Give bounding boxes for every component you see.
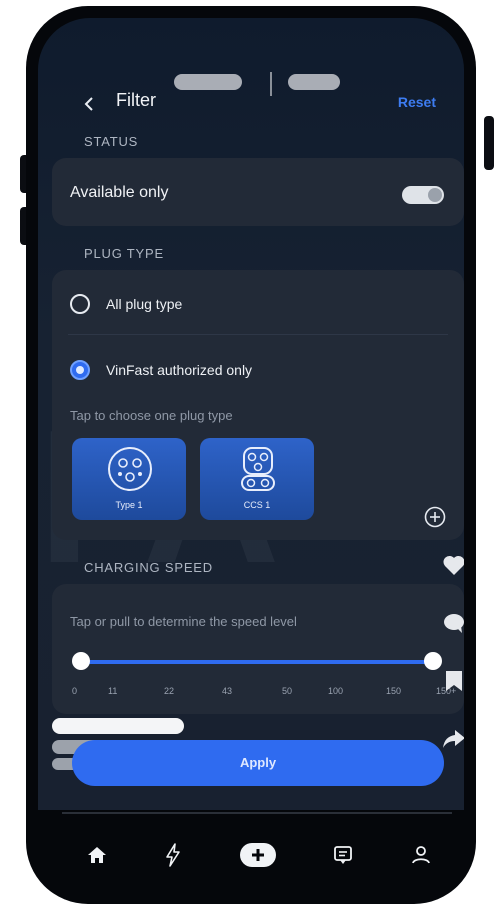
- back-button[interactable]: [82, 96, 96, 111]
- caption-bar: [52, 718, 184, 734]
- plus-circle-icon[interactable]: [424, 506, 446, 528]
- charging-speed-section-label: CHARGING SPEED: [84, 560, 213, 575]
- vinfast-authorized-label: VinFast authorized only: [106, 362, 253, 378]
- message-icon[interactable]: [328, 840, 358, 870]
- tick-label: 0: [72, 686, 78, 696]
- plug-tile-ccs1[interactable]: CCS 1: [200, 438, 314, 520]
- available-only-toggle[interactable]: [402, 186, 444, 204]
- toggle-knob: [428, 188, 442, 202]
- all-plug-type-radio[interactable]: [70, 294, 90, 314]
- tick-label: 150: [386, 686, 402, 696]
- share-icon[interactable]: [442, 728, 464, 750]
- plug-type-card: All plug type VinFast authorized only Ta…: [52, 270, 464, 540]
- divider: [62, 812, 452, 814]
- home-icon[interactable]: [82, 840, 112, 870]
- apply-button[interactable]: Apply: [72, 740, 444, 786]
- heart-icon[interactable]: [442, 554, 464, 576]
- vinfast-authorized-radio[interactable]: [70, 360, 90, 380]
- type1-connector-icon: [108, 447, 152, 491]
- tick-label: 22: [164, 686, 175, 696]
- tick-label: 100: [328, 686, 344, 696]
- tick-label: 43: [222, 686, 233, 696]
- camera-pill-right: [288, 74, 340, 90]
- reset-button[interactable]: Reset: [398, 94, 436, 110]
- bookmark-icon[interactable]: [442, 670, 464, 692]
- status-section-label: STATUS: [84, 134, 139, 149]
- divider: [68, 334, 448, 335]
- plug-type-section-label: PLUG TYPE: [84, 246, 164, 261]
- plus-icon[interactable]: [238, 840, 278, 870]
- page-title: Filter: [116, 90, 156, 110]
- plug-name-type1: Type 1: [115, 500, 143, 510]
- profile-icon[interactable]: [406, 840, 436, 870]
- tick-label: 50: [282, 686, 293, 696]
- comment-icon[interactable]: [442, 612, 464, 634]
- app-screen: PA Filter Reset STATUS Available only PL…: [38, 18, 464, 810]
- camera-pill-left: [174, 74, 242, 90]
- tick-label: 11: [108, 686, 118, 696]
- power-button: [484, 116, 494, 170]
- charging-speed-hint: Tap or pull to determine the speed level: [70, 614, 297, 629]
- plug-tile-type1[interactable]: Type 1: [72, 438, 186, 520]
- ccs1-connector-icon: [241, 447, 275, 491]
- island-divider: [270, 72, 272, 96]
- status-card: Available only: [52, 158, 464, 226]
- all-plug-type-label: All plug type: [106, 296, 183, 312]
- speed-slider-min-handle[interactable]: [72, 652, 90, 670]
- plug-type-hint: Tap to choose one plug type: [70, 408, 233, 423]
- charging-speed-card: Tap or pull to determine the speed level…: [52, 584, 464, 714]
- phone-frame: PA Filter Reset STATUS Available only PL…: [26, 6, 476, 904]
- speed-slider-track[interactable]: [76, 660, 428, 664]
- plug-name-ccs1: CCS 1: [243, 500, 271, 510]
- available-only-label: Available only: [70, 184, 169, 201]
- bottom-tab-bar: [64, 826, 472, 882]
- chevron-left-icon: [84, 97, 93, 111]
- speed-slider-max-handle[interactable]: [424, 652, 442, 670]
- lightning-icon[interactable]: [158, 840, 188, 870]
